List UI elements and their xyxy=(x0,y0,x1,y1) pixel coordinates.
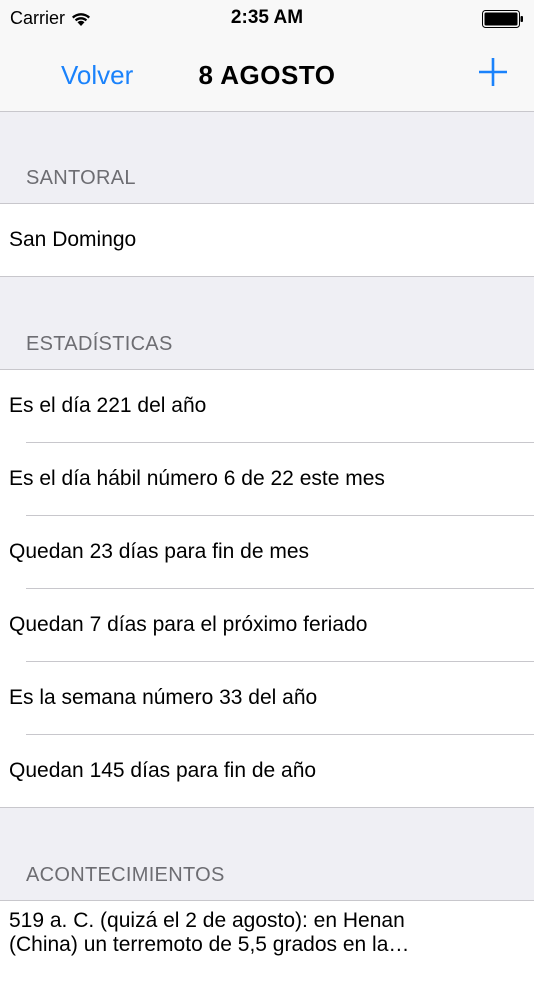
list-item-label: Es la semana número 33 del año xyxy=(9,686,318,709)
navigation-bar: Volver 8 AGOSTO xyxy=(0,40,534,112)
list-item[interactable]: San Domingo xyxy=(0,204,534,277)
list-item-label: Es el día hábil número 6 de 22 este mes xyxy=(9,467,385,490)
section-header-acontecimientos: ACONTECIMIENTOS xyxy=(0,808,534,901)
section-header-santoral: SANTORAL xyxy=(0,112,534,204)
page-title: 8 AGOSTO xyxy=(198,60,336,90)
list-item[interactable]: Quedan 23 días para fin de mes xyxy=(0,516,534,589)
list-item-label: San Domingo xyxy=(9,228,137,251)
list-item[interactable]: Es el día hábil número 6 de 22 este mes xyxy=(0,443,534,516)
list-item-label: Quedan 145 días para fin de año xyxy=(9,759,317,782)
list-item[interactable]: 519 a. C. (quizá el 2 de agosto): en Hen… xyxy=(0,901,534,981)
status-time: 2:35 AM xyxy=(230,7,304,28)
list-item-label: Quedan 23 días para fin de mes xyxy=(9,540,310,563)
battery-icon xyxy=(482,10,523,28)
section-header-estadisticas: ESTADÍSTICAS xyxy=(0,277,534,370)
section-header-label: SANTORAL xyxy=(26,167,136,189)
table-view[interactable]: SANTORAL San Domingo ESTADÍSTICAS Es el … xyxy=(0,112,534,981)
plus-icon[interactable] xyxy=(478,57,508,87)
list-item[interactable]: Es la semana número 33 del año xyxy=(0,662,534,735)
list-item[interactable]: Quedan 145 días para fin de año xyxy=(0,735,534,808)
status-bar: Carrier 2:35 AM xyxy=(0,0,534,40)
list-item-label: Es el día 221 del año xyxy=(9,394,207,417)
list-item-label: Quedan 7 días para el próximo feriado xyxy=(9,613,368,636)
section-header-label: ESTADÍSTICAS xyxy=(26,333,173,355)
section-header-label: ACONTECIMIENTOS xyxy=(26,864,225,886)
list-item[interactable]: Quedan 7 días para el próximo feriado xyxy=(0,589,534,662)
list-item[interactable]: Es el día 221 del año xyxy=(0,370,534,443)
